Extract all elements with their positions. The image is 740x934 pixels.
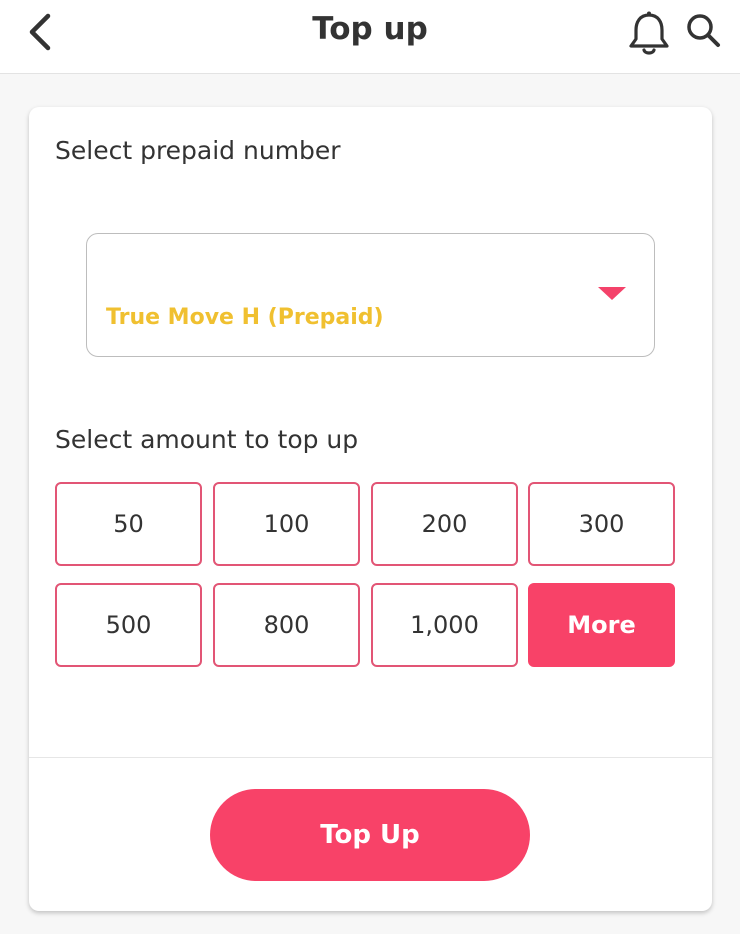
app-header: Top up	[0, 0, 740, 74]
amount-option-100[interactable]: 100	[213, 482, 360, 566]
search-icon	[687, 14, 720, 47]
amount-option-300[interactable]: 300	[528, 482, 675, 566]
amount-options: 50 100 200 300 500 800 1,000 More	[55, 482, 677, 667]
prepaid-number-select[interactable]: True Move H (Prepaid)	[86, 233, 655, 357]
notifications-button[interactable]	[626, 9, 672, 57]
bell-icon	[629, 11, 669, 55]
back-button[interactable]	[22, 10, 62, 54]
chevron-left-icon	[29, 13, 51, 51]
amount-option-1000[interactable]: 1,000	[371, 583, 518, 667]
more-amounts-button[interactable]: More	[528, 583, 675, 667]
amount-option-500[interactable]: 500	[55, 583, 202, 667]
amount-option-800[interactable]: 800	[213, 583, 360, 667]
topup-button[interactable]: Top Up	[210, 789, 530, 881]
amount-option-50[interactable]: 50	[55, 482, 202, 566]
amount-label: Select amount to top up	[55, 425, 359, 454]
amount-option-200[interactable]: 200	[371, 482, 518, 566]
prepaid-number-label: Select prepaid number	[55, 136, 341, 165]
search-button[interactable]	[684, 10, 724, 52]
carrier-text: True Move H (Prepaid)	[106, 305, 384, 330]
caret-down-icon	[598, 287, 626, 300]
card-divider	[29, 757, 712, 758]
topup-card: Select prepaid number True Move H (Prepa…	[29, 107, 712, 911]
